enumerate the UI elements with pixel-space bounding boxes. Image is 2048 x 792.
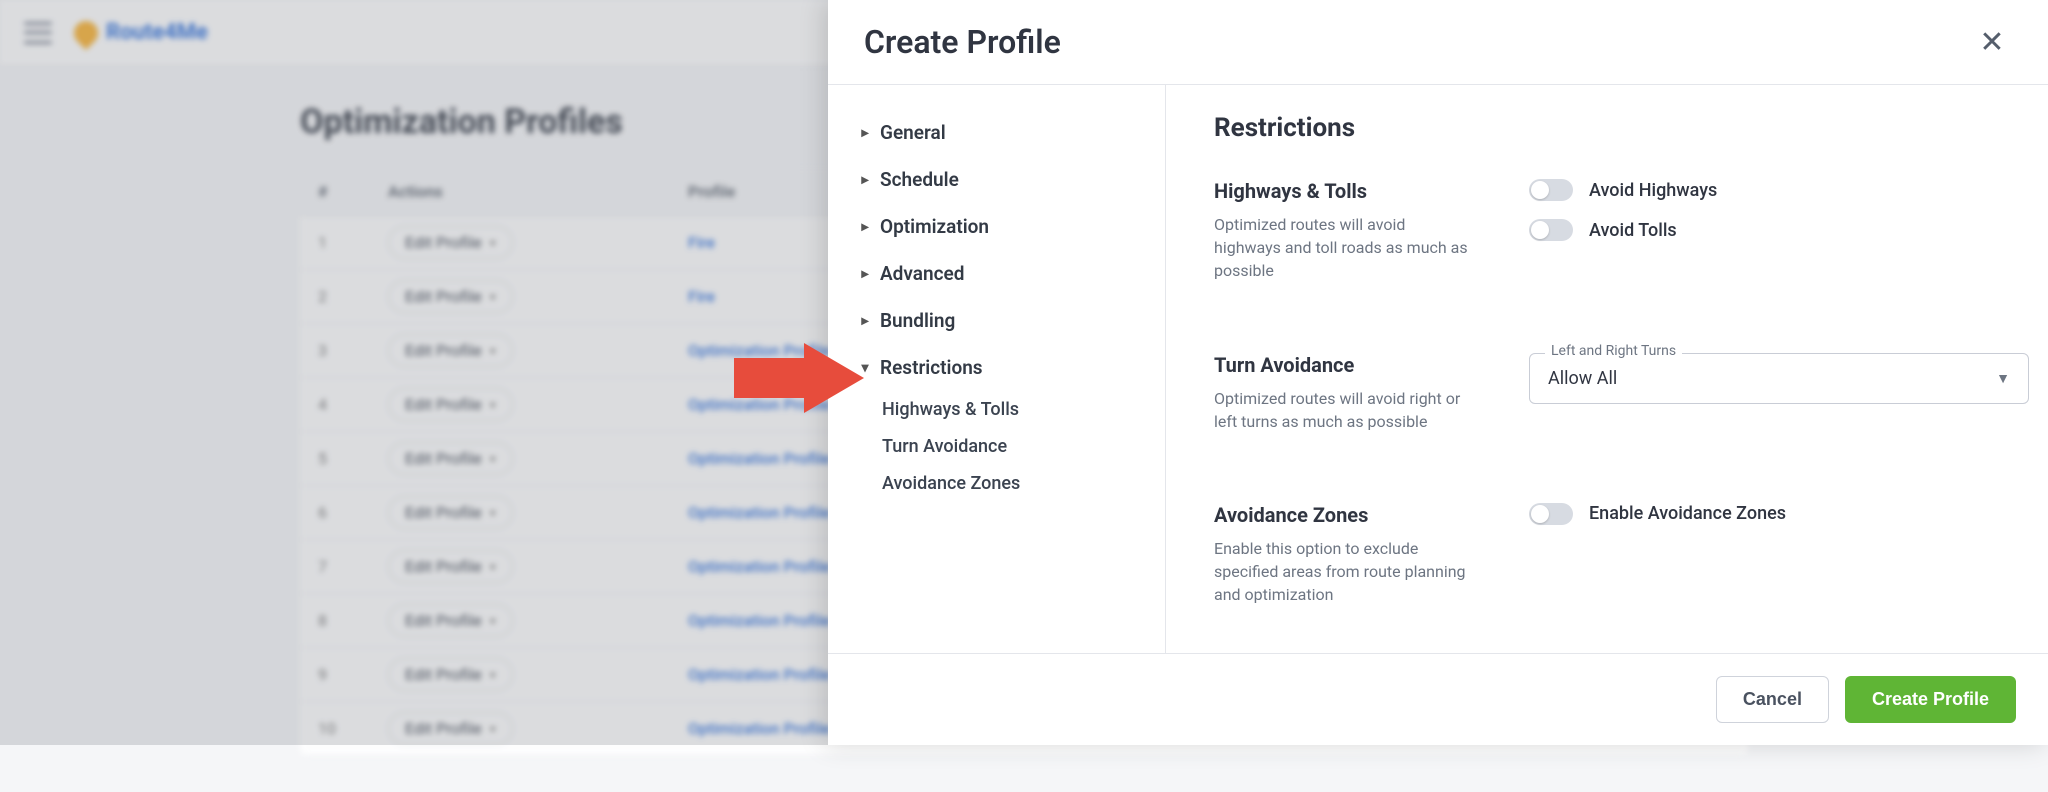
close-icon[interactable]: ✕ — [1972, 22, 2012, 62]
section-title: Turn Avoidance — [1214, 353, 1519, 377]
chevron-right-icon: ▸ — [858, 172, 872, 188]
chevron-right-icon: ▸ — [858, 219, 872, 235]
nav-schedule[interactable]: ▸Schedule — [848, 156, 1155, 203]
create-profile-button[interactable]: Create Profile — [1845, 676, 2016, 723]
create-profile-modal: Create Profile ✕ ▸General ▸Schedule ▸Opt… — [828, 0, 2048, 745]
modal-title: Create Profile — [864, 23, 1061, 61]
chevron-right-icon: ▸ — [858, 125, 872, 141]
nav-general[interactable]: ▸General — [848, 109, 1155, 156]
modal-footer: Cancel Create Profile — [828, 654, 2048, 745]
modal-sidebar: ▸General ▸Schedule ▸Optimization ▸Advanc… — [828, 85, 1166, 653]
select-value: Allow All — [1548, 368, 1617, 389]
section-title: Highways & Tolls — [1214, 179, 1519, 203]
toggle-label: Enable Avoidance Zones — [1589, 503, 1786, 524]
toggle-label: Avoid Highways — [1589, 180, 1717, 201]
chevron-right-icon: ▸ — [858, 313, 872, 329]
nav-optimization[interactable]: ▸Optimization — [848, 203, 1155, 250]
enable-avoidance-zones-toggle[interactable] — [1529, 503, 1573, 525]
cancel-button[interactable]: Cancel — [1716, 676, 1829, 723]
turns-select[interactable]: Left and Right Turns Allow All ▼ — [1529, 353, 2029, 404]
chevron-down-icon: ▼ — [1996, 370, 2010, 387]
nav-advanced[interactable]: ▸Advanced — [848, 250, 1155, 297]
avoid-tolls-toggle[interactable] — [1529, 219, 1573, 241]
chevron-right-icon: ▸ — [858, 266, 872, 282]
nav-sub-zones[interactable]: Avoidance Zones — [848, 465, 1155, 502]
avoid-highways-toggle[interactable] — [1529, 179, 1573, 201]
section-highways: Highways & Tolls Optimized routes will a… — [1214, 179, 2000, 283]
nav-bundling[interactable]: ▸Bundling — [848, 297, 1155, 344]
section-title: Avoidance Zones — [1214, 503, 1519, 527]
chevron-down-icon: ▾ — [858, 360, 872, 376]
section-avoidance-zones: Avoidance Zones Enable this option to ex… — [1214, 503, 2000, 607]
nav-restrictions[interactable]: ▾Restrictions — [848, 344, 1155, 391]
nav-sub-highways[interactable]: Highways & Tolls — [848, 391, 1155, 428]
nav-sub-turn[interactable]: Turn Avoidance — [848, 428, 1155, 465]
modal-content: Restrictions Highways & Tolls Optimized … — [1166, 85, 2048, 653]
section-description: Optimized routes will avoid highways and… — [1214, 213, 1474, 283]
modal-header: Create Profile ✕ — [828, 0, 2048, 84]
content-heading: Restrictions — [1214, 113, 2000, 143]
section-turn-avoidance: Turn Avoidance Optimized routes will avo… — [1214, 353, 2000, 433]
select-legend: Left and Right Turns — [1545, 343, 1682, 359]
section-description: Optimized routes will avoid right or lef… — [1214, 387, 1474, 433]
toggle-label: Avoid Tolls — [1589, 220, 1677, 241]
section-description: Enable this option to exclude specified … — [1214, 537, 1474, 607]
